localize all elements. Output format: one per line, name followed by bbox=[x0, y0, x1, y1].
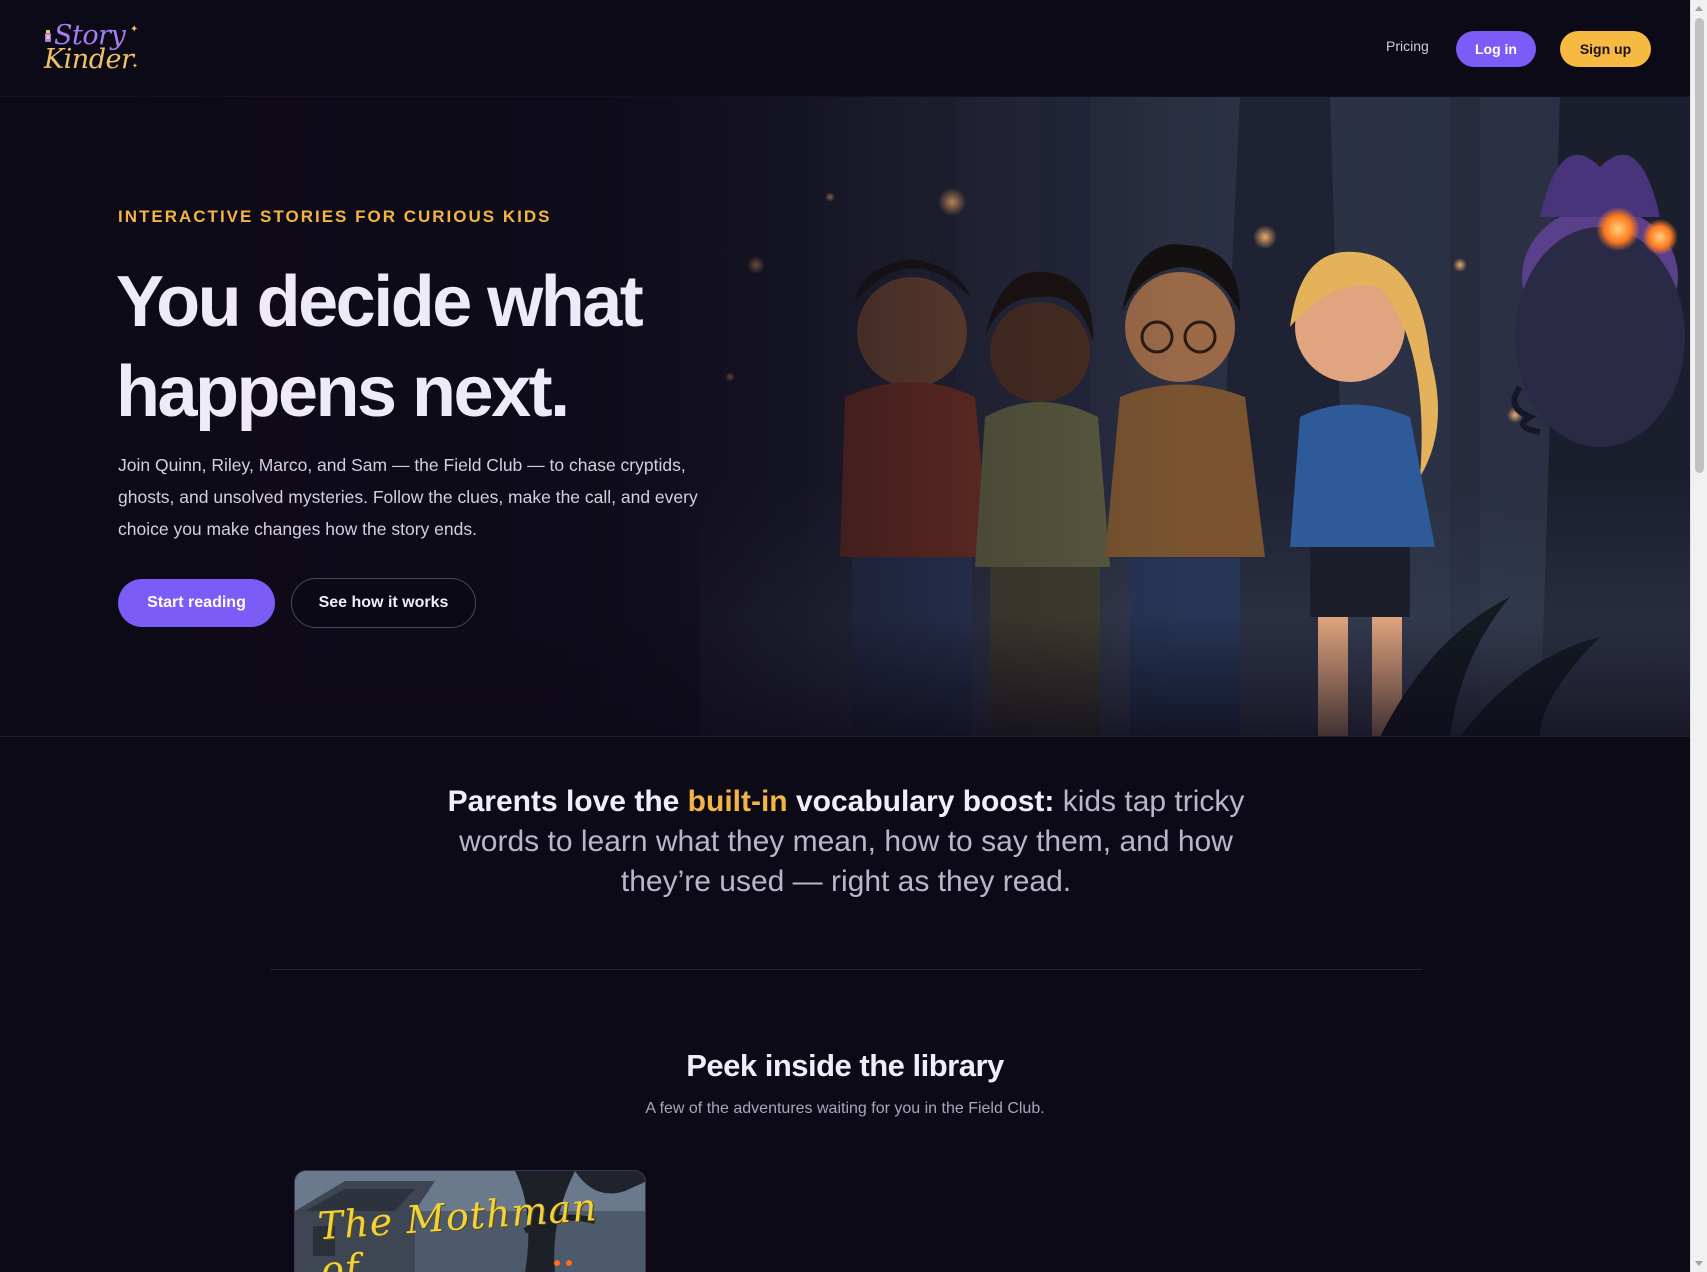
hero-title-line: You decide what bbox=[116, 262, 644, 342]
page-scrollbar[interactable] bbox=[1690, 0, 1707, 1272]
site-header: ✦ ✦ Story Kinder Pricing Log in Sign up bbox=[0, 0, 1690, 97]
start-reading-button[interactable]: Start reading bbox=[118, 579, 275, 627]
sparkle-icon: ✦ bbox=[130, 24, 139, 35]
scroll-down-arrow-icon[interactable] bbox=[1695, 1261, 1703, 1266]
vocab-lead-end: vocabulary boost: bbox=[787, 785, 1055, 818]
storykinder-logo[interactable]: ✦ ✦ Story Kinder bbox=[40, 20, 140, 80]
section-divider bbox=[270, 969, 1422, 970]
lantern-icon bbox=[45, 30, 51, 42]
hero-section: INTERACTIVE STORIES FOR CURIOUS KIDS You… bbox=[0, 97, 1690, 737]
scroll-up-arrow-icon[interactable] bbox=[1695, 6, 1703, 11]
hero-overlay-bottom bbox=[0, 616, 1690, 736]
hero-title-line: happens next. bbox=[116, 352, 570, 432]
nav-pricing-link[interactable]: Pricing bbox=[1386, 38, 1429, 54]
library-subtitle: A few of the adventures waiting for you … bbox=[645, 1100, 1045, 1117]
library-title: Peek inside the library bbox=[686, 1048, 1004, 1083]
vocab-lead: Parents love the bbox=[447, 785, 688, 818]
vocab-highlight: built-in bbox=[687, 785, 788, 818]
hero-eyebrow: INTERACTIVE STORIES FOR CURIOUS KIDS bbox=[118, 207, 552, 226]
hero-description: Join Quinn, Riley, Marco, and Sam — the … bbox=[118, 455, 698, 539]
hero-title: You decide what happens next. bbox=[116, 257, 736, 437]
login-button[interactable]: Log in bbox=[1456, 31, 1536, 67]
logo-text-kinder: Kinder bbox=[44, 44, 134, 75]
vocabulary-pitch: Parents love the built-in vocabulary boo… bbox=[430, 782, 1262, 902]
see-how-it-works-button[interactable]: See how it works bbox=[291, 578, 476, 628]
signup-button[interactable]: Sign up bbox=[1560, 31, 1651, 67]
book-card[interactable]: The Mothman of bbox=[294, 1170, 646, 1272]
scrollbar-thumb[interactable] bbox=[1695, 18, 1704, 473]
